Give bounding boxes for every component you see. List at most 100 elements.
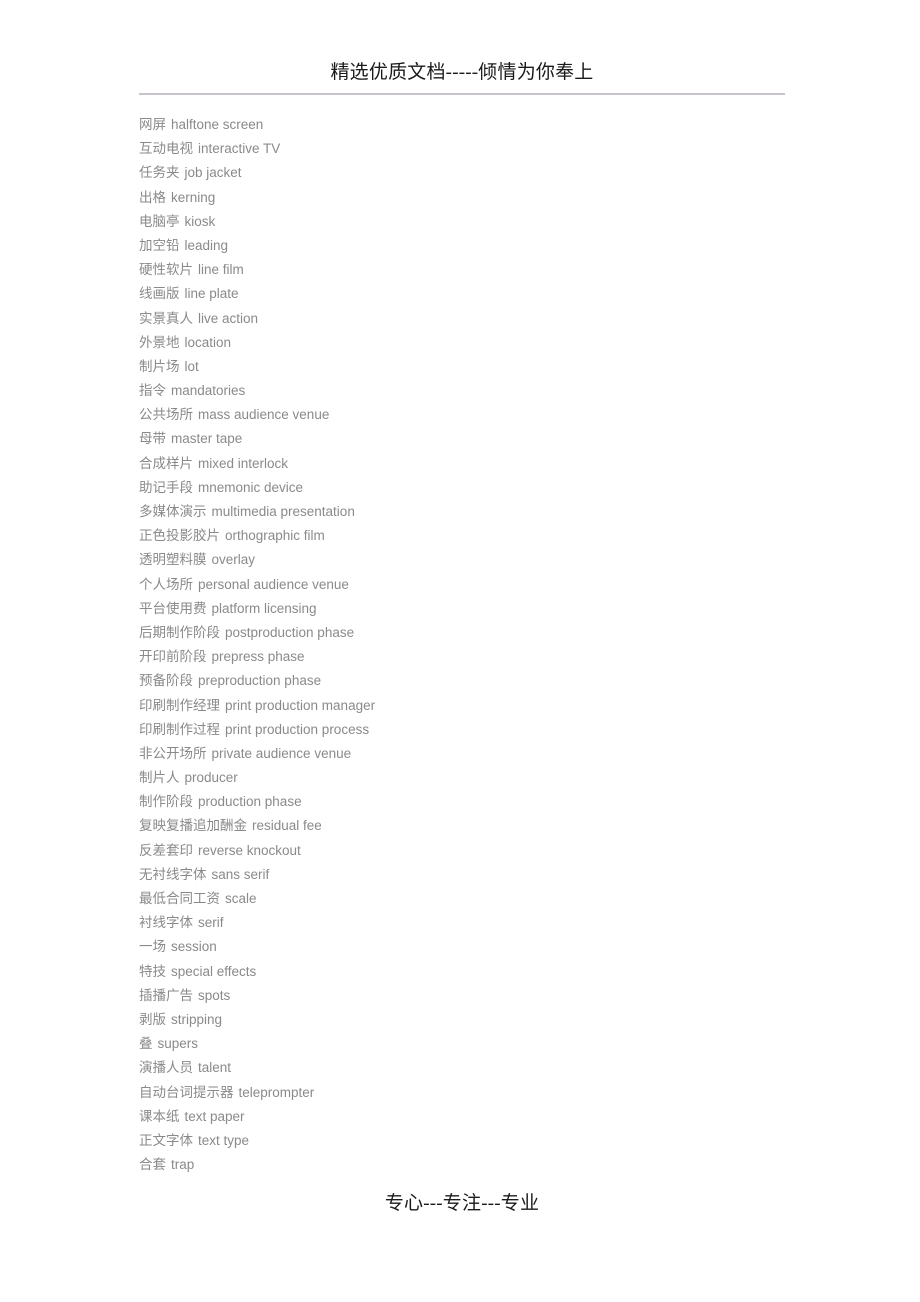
glossary-term-english: spots — [198, 987, 231, 1003]
glossary-entry: 透明塑料膜 overlay — [139, 548, 819, 572]
glossary-term-english: interactive TV — [198, 141, 281, 157]
glossary-term-english: leading — [184, 237, 229, 253]
glossary-term-chinese: 正文字体 — [139, 1132, 193, 1148]
glossary-term-english: mnemonic device — [198, 479, 304, 495]
glossary-term-chinese: 平台使用费 — [139, 600, 207, 616]
glossary-term-english: mixed interlock — [198, 455, 289, 471]
glossary-term-english: trap — [171, 1157, 195, 1173]
glossary-term-chinese: 插播广告 — [139, 987, 193, 1003]
glossary-term-english: kerning — [171, 189, 216, 205]
glossary-term-english: scale — [225, 891, 257, 906]
glossary-term-chinese: 互动电视 — [139, 141, 193, 157]
glossary-term-english: stripping — [171, 1011, 223, 1027]
glossary-term-english: postproduction phase — [225, 624, 355, 640]
glossary-term-english: prepress phase — [211, 649, 305, 665]
glossary-term-english: master tape — [171, 431, 243, 447]
glossary-term-chinese: 指令 — [139, 383, 166, 399]
glossary-entry: 特技 special effects — [139, 960, 819, 984]
glossary-term-chinese: 硬性软片 — [139, 262, 193, 278]
glossary-term-chinese: 衬线字体 — [139, 915, 193, 931]
glossary-term-english: teleprompter — [238, 1084, 315, 1100]
glossary-term-english: line film — [198, 262, 244, 278]
glossary-entry: 最低合同工资 scale — [139, 887, 819, 911]
glossary-term-chinese: 无衬线字体 — [139, 866, 207, 882]
glossary-entry: 衬线字体 serif — [139, 911, 819, 935]
page-footer: 专心---专注---专业 — [139, 1190, 785, 1218]
glossary-entry: 指令 mandatories — [139, 379, 819, 403]
glossary-term-english: job jacket — [184, 165, 242, 181]
glossary-term-english: kiosk — [184, 213, 216, 229]
glossary-entry: 个人场所 personal audience venue — [139, 573, 819, 597]
glossary-entry: 任务夹 job jacket — [139, 161, 819, 185]
glossary-entry: 助记手段 mnemonic device — [139, 476, 819, 500]
glossary-term-english: supers — [157, 1036, 199, 1052]
glossary-term-english: sans serif — [211, 866, 270, 882]
glossary-term-english: text paper — [184, 1108, 245, 1124]
glossary-term-chinese: 合成样片 — [139, 455, 193, 471]
glossary-term-chinese: 一场 — [139, 939, 166, 955]
glossary-entry: 互动电视 interactive TV — [139, 137, 819, 161]
glossary-term-chinese: 反差套印 — [139, 842, 193, 858]
glossary-term-chinese: 自动台词提示器 — [139, 1084, 234, 1100]
glossary-entry: 插播广告 spots — [139, 984, 819, 1008]
glossary-term-chinese: 印刷制作经理 — [139, 697, 220, 713]
page-header: 精选优质文档-----倾情为你奉上 — [139, 60, 785, 94]
glossary-entry: 母带 master tape — [139, 427, 819, 451]
glossary-entry: 正色投影胶片 orthographic film — [139, 524, 819, 548]
glossary-term-english: personal audience venue — [198, 576, 349, 592]
glossary-term-english: location — [184, 334, 232, 350]
glossary-term-english: special effects — [171, 963, 257, 979]
glossary-term-chinese: 最低合同工资 — [139, 891, 220, 906]
glossary-entry: 自动台词提示器 teleprompter — [139, 1081, 819, 1105]
glossary-entry: 预备阶段 preproduction phase — [139, 669, 819, 693]
glossary-entry: 演播人员 talent — [139, 1056, 819, 1080]
glossary-term-chinese: 多媒体演示 — [139, 504, 207, 519]
glossary-term-english: multimedia presentation — [211, 504, 355, 519]
glossary-entry: 合套 trap — [139, 1153, 819, 1177]
glossary-term-english: serif — [198, 915, 224, 931]
glossary-entry: 出格 kerning — [139, 186, 819, 210]
glossary-term-chinese: 预备阶段 — [139, 673, 193, 689]
page-header-title: 精选优质文档-----倾情为你奉上 — [330, 62, 594, 83]
glossary-entry: 非公开场所 private audience venue — [139, 742, 819, 766]
glossary-term-english: live action — [198, 310, 259, 326]
glossary-term-english: reverse knockout — [198, 842, 301, 858]
glossary-term-chinese: 印刷制作过程 — [139, 721, 220, 737]
glossary-term-chinese: 电脑亭 — [139, 213, 180, 229]
page-footer-text: 专心---专注---专业 — [384, 1193, 540, 1214]
glossary-entry: 反差套印 reverse knockout — [139, 839, 819, 863]
glossary-entry: 加空铅 leading — [139, 234, 819, 258]
glossary-entry: 制片人 producer — [139, 766, 819, 790]
glossary-entry: 无衬线字体 sans serif — [139, 863, 819, 887]
glossary-term-english: session — [171, 939, 217, 955]
glossary-entry: 线画版 line plate — [139, 282, 819, 306]
glossary-term-english: halftone screen — [171, 117, 264, 132]
document-page: 精选优质文档-----倾情为你奉上 网屏 halftone screen 互动电视 i… — [0, 0, 920, 1302]
glossary-entry: 平台使用费 platform licensing — [139, 597, 819, 621]
glossary-term-chinese: 公共场所 — [139, 407, 193, 423]
glossary-term-chinese: 后期制作阶段 — [139, 624, 220, 640]
glossary-entry: 实景真人 live action — [139, 307, 819, 331]
glossary-term-chinese: 合套 — [139, 1157, 166, 1173]
glossary-entry: 外景地 location — [139, 331, 819, 355]
glossary-term-chinese: 出格 — [139, 189, 166, 205]
header-divider — [139, 93, 785, 95]
glossary-term-chinese: 母带 — [139, 431, 166, 447]
glossary-entry: 叠 supers — [139, 1032, 819, 1056]
glossary-term-english: private audience venue — [211, 745, 352, 761]
glossary-term-english: text type — [198, 1132, 250, 1148]
glossary-entry: 正文字体 text type — [139, 1129, 819, 1153]
glossary-entry: 多媒体演示 multimedia presentation — [139, 500, 819, 524]
glossary-term-chinese: 任务夹 — [139, 165, 180, 181]
glossary-term-english: platform licensing — [211, 600, 317, 616]
glossary-term-chinese: 网屏 — [139, 117, 166, 132]
glossary-term-english: mandatories — [171, 383, 246, 399]
glossary-entry: 一场 session — [139, 935, 819, 959]
glossary-term-english: print production manager — [225, 697, 376, 713]
glossary-term-chinese: 剥版 — [139, 1011, 166, 1027]
glossary-term-chinese: 复映复播追加酬金 — [139, 818, 247, 834]
glossary-term-chinese: 制作阶段 — [139, 794, 193, 810]
glossary-entry: 网屏 halftone screen — [139, 113, 819, 137]
glossary-entry: 公共场所 mass audience venue — [139, 403, 819, 427]
glossary-entry: 制片场 lot — [139, 355, 819, 379]
